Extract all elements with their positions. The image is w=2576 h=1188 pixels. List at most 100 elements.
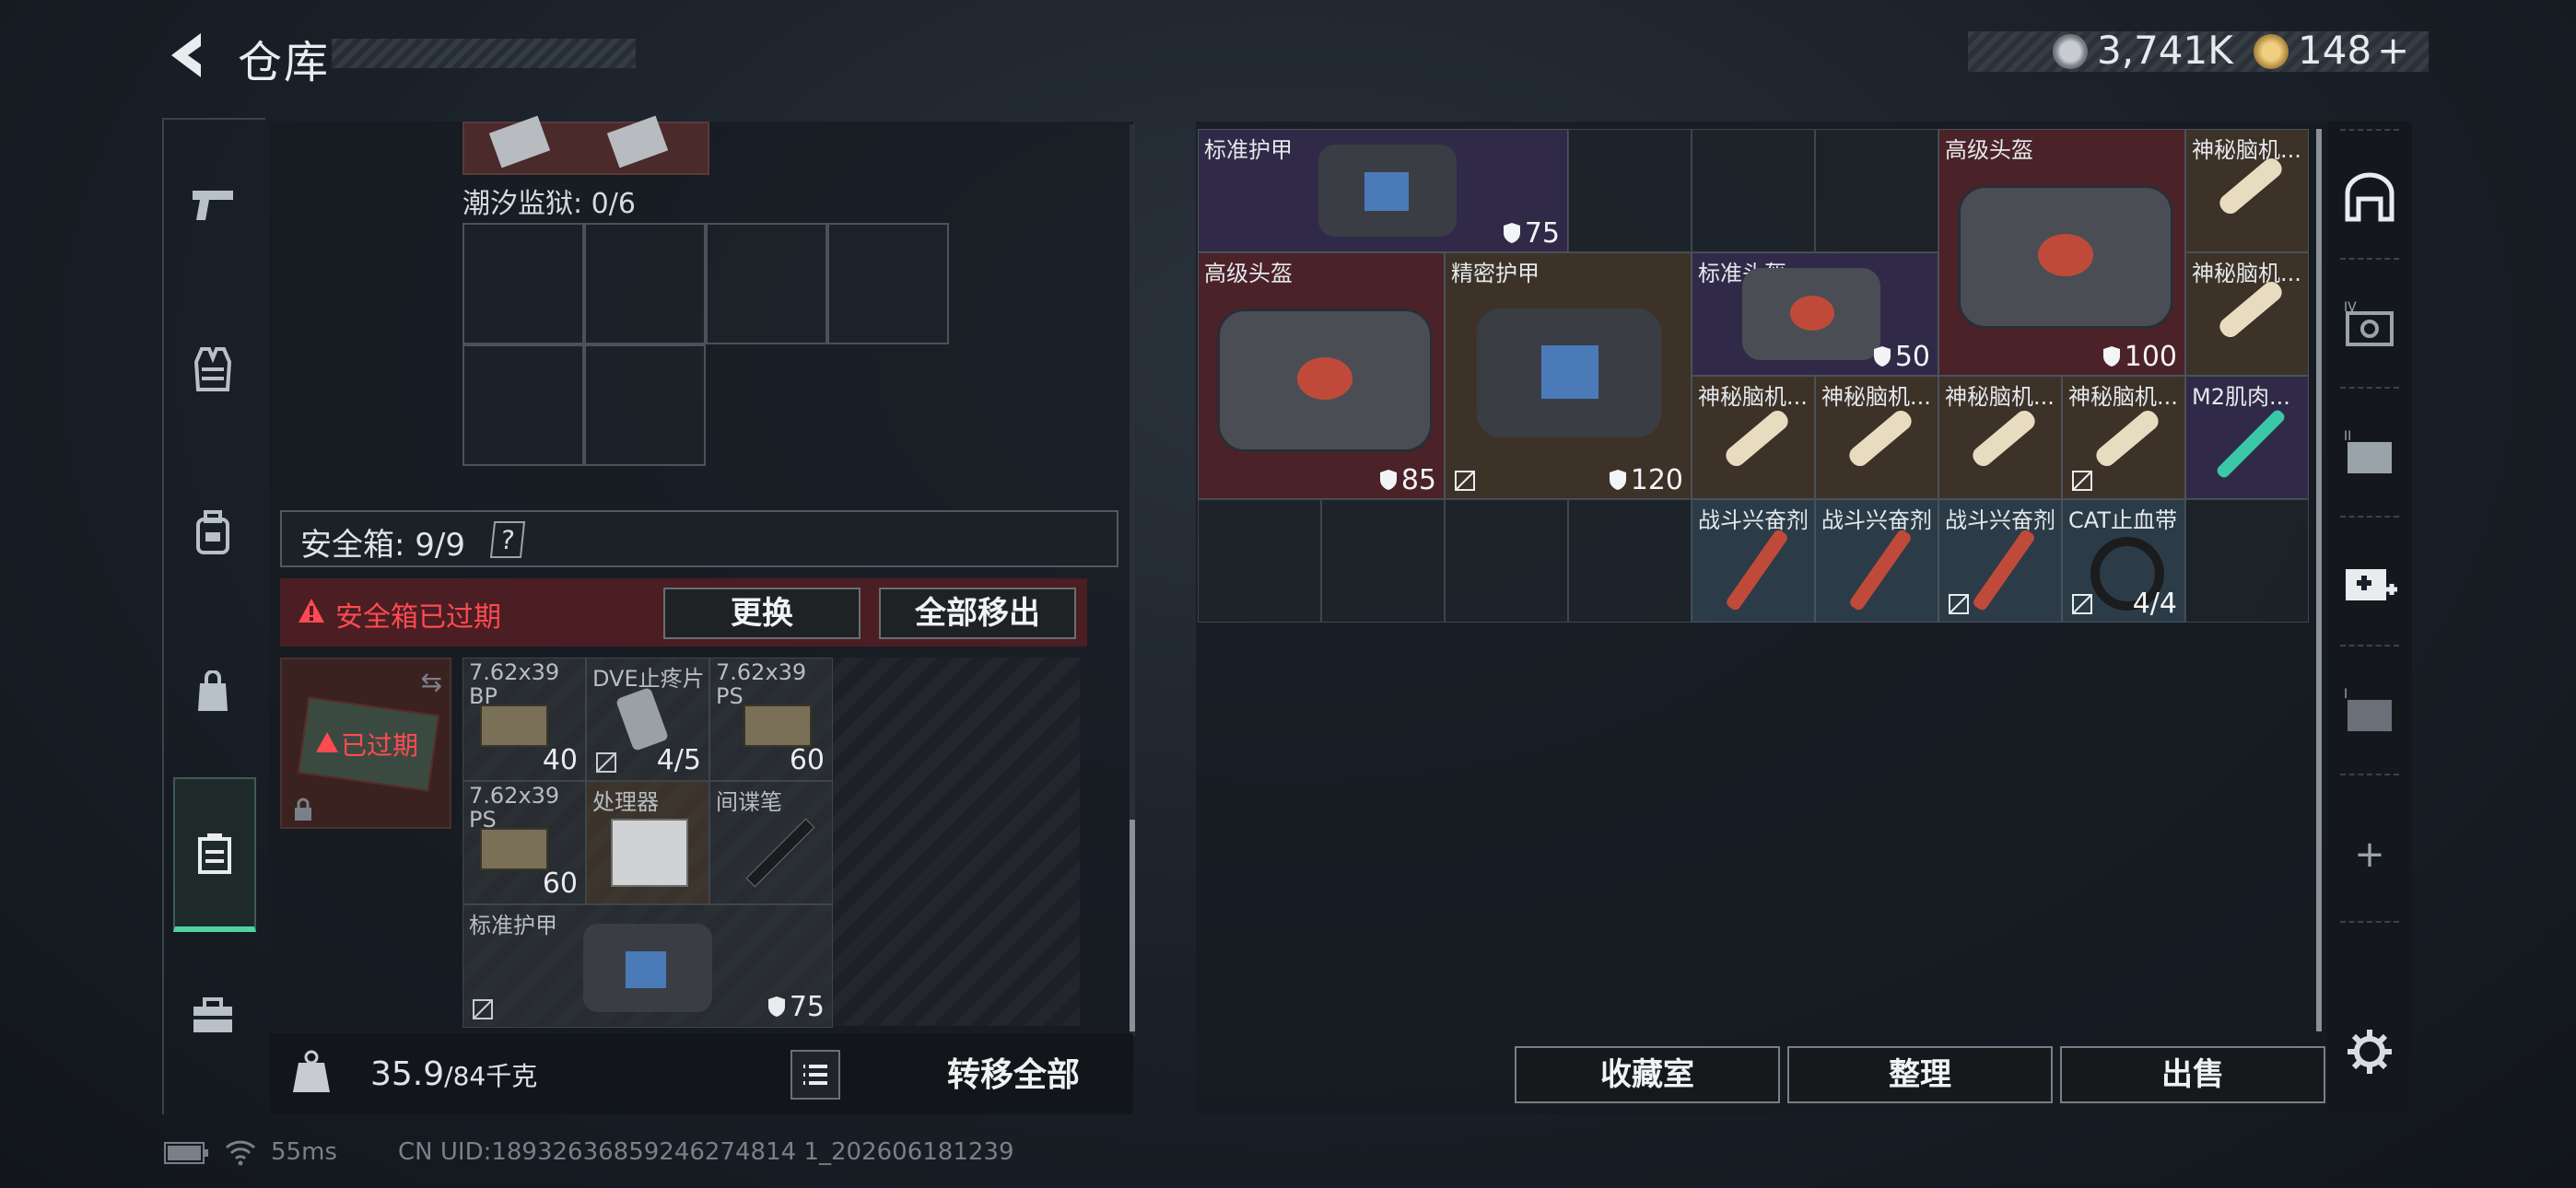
nav-stash[interactable] — [2335, 162, 2405, 232]
item-count: 4/5 — [656, 744, 701, 776]
list-icon — [803, 1065, 827, 1085]
stash-item[interactable]: 神秘脑机... — [2185, 129, 2309, 252]
back-arrow-icon[interactable] — [164, 28, 210, 83]
nav-weapon[interactable] — [173, 155, 252, 256]
safe-item[interactable]: 处理器 — [586, 781, 709, 904]
grid-cell[interactable] — [584, 344, 706, 466]
grid-cell[interactable] — [463, 223, 584, 344]
toolbox-icon — [193, 997, 232, 1032]
replace-button[interactable]: 更换 — [663, 588, 861, 639]
stash-item[interactable]: 战斗兴奋剂 — [1938, 499, 2062, 623]
nav-bag[interactable] — [173, 641, 252, 742]
transfer-all-button[interactable]: 转移全部 — [884, 1050, 1142, 1101]
grid-cell[interactable] — [1692, 129, 1815, 252]
no-sell-icon — [473, 999, 493, 1019]
safe-item[interactable]: DVE止疼片 4/5 — [586, 658, 709, 781]
nav-divider — [2340, 129, 2399, 131]
uid-text: CN UID:18932636859246274814 1_2026061812… — [398, 1138, 1014, 1166]
grid-cell[interactable] — [463, 344, 584, 466]
grid-cell[interactable] — [827, 223, 949, 344]
bond-icon — [2254, 34, 2289, 69]
sort-button[interactable]: 整理 — [1787, 1046, 2053, 1103]
safe-item[interactable]: 间谍笔 — [709, 781, 833, 904]
stash-item[interactable]: M2肌肉... — [2185, 376, 2309, 499]
nav-safe-box[interactable] — [173, 777, 256, 932]
item-name: 7.62x39 PS — [469, 783, 560, 833]
grid-cell[interactable] — [1321, 499, 1445, 623]
stash-item[interactable]: 神秘脑机... — [1815, 376, 1938, 499]
grid-cell[interactable] — [1568, 129, 1692, 252]
grid-cell[interactable] — [1198, 499, 1321, 623]
page-title: 仓库 — [238, 37, 331, 88]
nav-container-2[interactable]: II — [2335, 418, 2405, 488]
grid-cell[interactable] — [584, 223, 706, 344]
grid-cell[interactable] — [1445, 499, 1568, 623]
stash-item[interactable]: 标准护甲 75 — [1198, 129, 1568, 252]
warning-icon — [299, 599, 324, 623]
armor-plate — [626, 951, 666, 988]
stash-item[interactable]: 战斗兴奋剂 — [1692, 499, 1815, 623]
red-emblem — [1297, 357, 1352, 400]
nav-toolbox[interactable] — [173, 965, 252, 1066]
prison-label: 潮汐监狱: 0/6 — [463, 188, 636, 220]
item-name: 神秘脑机... — [2192, 261, 2301, 286]
armor-plate — [1541, 345, 1598, 399]
item-name: 高级头盔 — [1204, 261, 1293, 286]
durability-shield-icon — [2102, 346, 2120, 367]
weight-display: 35.9/84千克 — [370, 1055, 537, 1093]
add-currency-button[interactable]: + — [2377, 28, 2409, 73]
stash-item[interactable]: 神秘脑机... — [2185, 252, 2309, 376]
stim-injector-icon — [1971, 528, 2037, 612]
collection-room-button[interactable]: 收藏室 — [1515, 1046, 1780, 1103]
stash-item[interactable]: 标准头盔 50 — [1692, 252, 1938, 376]
item-count: 60 — [542, 868, 578, 900]
nav-container-1[interactable]: I — [2335, 676, 2405, 746]
stash-item[interactable]: 精密护甲 120 — [1445, 252, 1692, 499]
safe-item[interactable]: 7.62x39 PS 60 — [709, 658, 833, 781]
safe-item[interactable]: 标准护甲 75 — [463, 904, 833, 1028]
right-scrollbar-thumb[interactable] — [2316, 129, 2322, 1031]
safe-item[interactable]: 7.62x39 BP 40 — [463, 658, 586, 781]
item-name: 间谍笔 — [716, 789, 782, 815]
left-scrollbar-thumb[interactable] — [1130, 820, 1135, 1031]
nav-backpack[interactable] — [173, 483, 252, 584]
stash-item[interactable]: 高级头盔 85 — [1198, 252, 1445, 499]
stash-item[interactable]: 战斗兴奋剂 — [1815, 499, 1938, 623]
durability-value: 75 — [1524, 217, 1560, 250]
swap-icon[interactable]: ⇆ — [421, 667, 442, 697]
armor-bag-icon — [1318, 145, 1457, 237]
ammo-box-icon — [480, 705, 548, 747]
item-count: 4/4 — [2132, 588, 2177, 620]
stash-item[interactable]: 高级头盔 100 — [1938, 129, 2185, 376]
stim-injector-icon — [1724, 528, 1790, 612]
item-durability: 75 — [1503, 217, 1560, 250]
grid-cell[interactable] — [1815, 129, 1938, 252]
stash-item[interactable]: CAT止血带 4/4 — [2062, 499, 2185, 623]
no-sell-icon — [596, 752, 616, 773]
list-view-button[interactable] — [790, 1050, 840, 1100]
stash-item[interactable]: 神秘脑机... — [1938, 376, 2062, 499]
remove-all-button[interactable]: 全部移出 — [879, 588, 1076, 639]
nav-medical[interactable] — [2335, 547, 2405, 617]
nav-armor[interactable] — [173, 319, 252, 420]
nav-container-4[interactable]: IV — [2335, 289, 2405, 359]
sell-button[interactable]: 出售 — [2060, 1046, 2325, 1103]
case-icon: II — [2344, 429, 2392, 473]
item-durability: 85 — [1379, 464, 1436, 496]
stash-item[interactable]: 神秘脑机... — [2062, 376, 2185, 499]
lock-icon — [295, 798, 311, 821]
add-container-button[interactable]: + — [2335, 820, 2405, 890]
grid-cell[interactable] — [706, 223, 827, 344]
grid-cell[interactable] — [2185, 499, 2309, 623]
stash-item[interactable]: 神秘脑机... — [1692, 376, 1815, 499]
grid-cell[interactable] — [1568, 499, 1692, 623]
help-button[interactable]: ? — [489, 521, 526, 558]
ping-text: 55ms — [271, 1138, 337, 1166]
safe-item[interactable]: 7.62x39 PS 60 — [463, 781, 586, 904]
settings-button[interactable] — [2335, 1017, 2405, 1087]
no-sell-icon — [1949, 594, 1969, 614]
battery-icon — [164, 1142, 208, 1164]
weight-icon — [293, 1050, 330, 1092]
safe-box-slot[interactable]: 已过期 ⇆ — [280, 658, 451, 829]
red-emblem — [2038, 234, 2093, 276]
